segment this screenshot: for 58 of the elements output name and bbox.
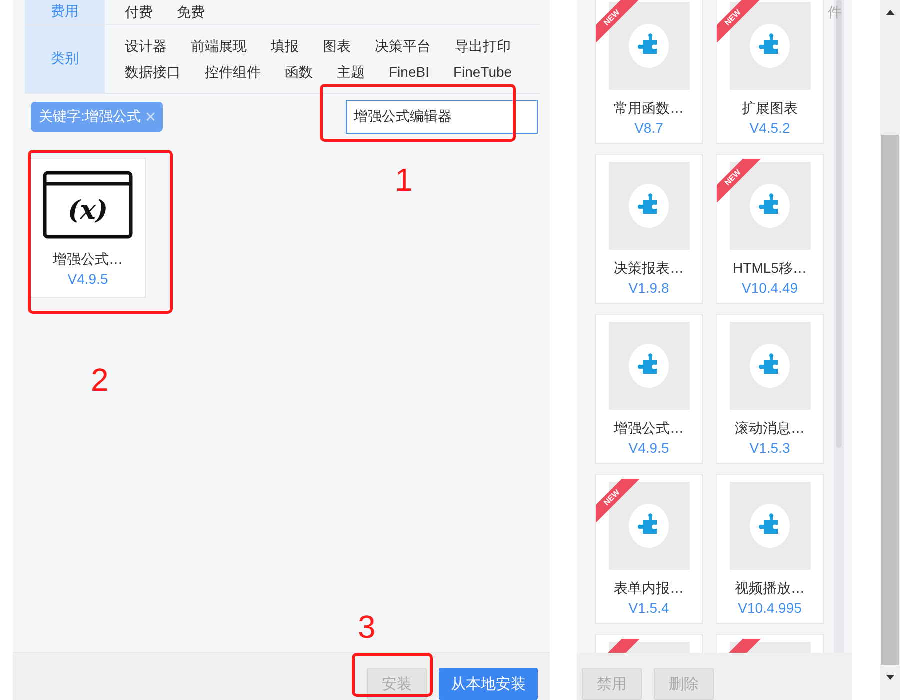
- plugin-name: 视频播放…: [735, 580, 805, 598]
- plugin-version: V4.9.5: [68, 271, 108, 287]
- filter-option[interactable]: FineBI: [389, 62, 430, 82]
- filter-option[interactable]: 函数: [285, 62, 313, 82]
- plugin-version: V1.5.3: [750, 440, 790, 456]
- plugin-card[interactable]: 视频播放… V10.4.995: [716, 474, 824, 624]
- plugin-version: V1.5.4: [628, 600, 670, 616]
- filter-option[interactable]: 付费: [125, 2, 153, 22]
- filter-option[interactable]: 主题: [337, 62, 365, 82]
- plugin-version: V4.5.2: [750, 120, 790, 136]
- filter-option[interactable]: 设计器: [125, 36, 167, 56]
- filter-option[interactable]: 图表: [323, 36, 351, 56]
- filter-option[interactable]: 数据接口: [125, 62, 181, 82]
- plugin-name: 扩展图表: [742, 100, 798, 118]
- plugin-name: 常用函数…: [614, 100, 684, 118]
- plugin-name: 表单内报…: [614, 580, 684, 598]
- plugin-version: V1.9.8: [628, 280, 670, 296]
- plugin-card[interactable]: 滚动消息… V1.5.3: [716, 314, 824, 464]
- plugin-name: 滚动消息…: [735, 420, 805, 438]
- filter-option[interactable]: 填报: [271, 36, 299, 56]
- filter-option[interactable]: 决策平台: [375, 36, 431, 56]
- search-field[interactable]: 增强公式编辑器: [346, 100, 538, 134]
- filter-label: 费用: [25, 0, 105, 24]
- annotation-number: 2: [91, 364, 109, 396]
- puzzle-icon: [750, 504, 790, 548]
- puzzle-icon: [629, 344, 669, 388]
- plugin-version: V10.4.995: [738, 600, 802, 616]
- install-button[interactable]: 从本地安装: [439, 668, 538, 700]
- formula-label: (x): [66, 196, 110, 226]
- filter-option[interactable]: 免费: [177, 2, 205, 22]
- puzzle-icon: [629, 504, 669, 548]
- plugin-version: V4.9.5: [628, 440, 670, 456]
- plugin-name: 增强公式…: [53, 251, 123, 269]
- plugin-version: V8.7: [634, 120, 664, 136]
- plugin-card[interactable]: 增强公式… V4.9.5: [595, 314, 703, 464]
- plugin-card[interactable]: 决策报表… V1.9.8: [595, 154, 703, 304]
- puzzle-icon: [750, 24, 790, 68]
- section-label: 件: [828, 4, 842, 22]
- annotation-number: 1: [395, 164, 413, 196]
- puzzle-icon: [629, 24, 669, 68]
- scroll-up-icon[interactable]: [886, 10, 894, 15]
- puzzle-icon: [629, 184, 669, 228]
- keyword-tag: 关键字:增强公式 ✕: [31, 102, 163, 132]
- filter-option[interactable]: FineTube: [453, 62, 512, 82]
- filter-label: 类别: [25, 25, 105, 93]
- annotation-number: 3: [358, 611, 376, 643]
- scroll-down-icon[interactable]: [886, 675, 894, 680]
- formula-window-icon: [43, 171, 133, 239]
- plugin-name: HTML5移…: [733, 260, 807, 278]
- plugin-name: 决策报表…: [614, 260, 684, 278]
- plugin-card[interactable]: (x) 增强公式… V4.9.5: [30, 158, 146, 298]
- filter-option[interactable]: 控件组件: [205, 62, 261, 82]
- plugin-name: 增强公式…: [614, 420, 684, 438]
- plugin-version: V10.4.49: [742, 280, 798, 296]
- puzzle-icon: [750, 184, 790, 228]
- puzzle-icon: [750, 344, 790, 388]
- filter-option[interactable]: 导出打印: [455, 36, 511, 56]
- filter-option[interactable]: 前端展现: [191, 36, 247, 56]
